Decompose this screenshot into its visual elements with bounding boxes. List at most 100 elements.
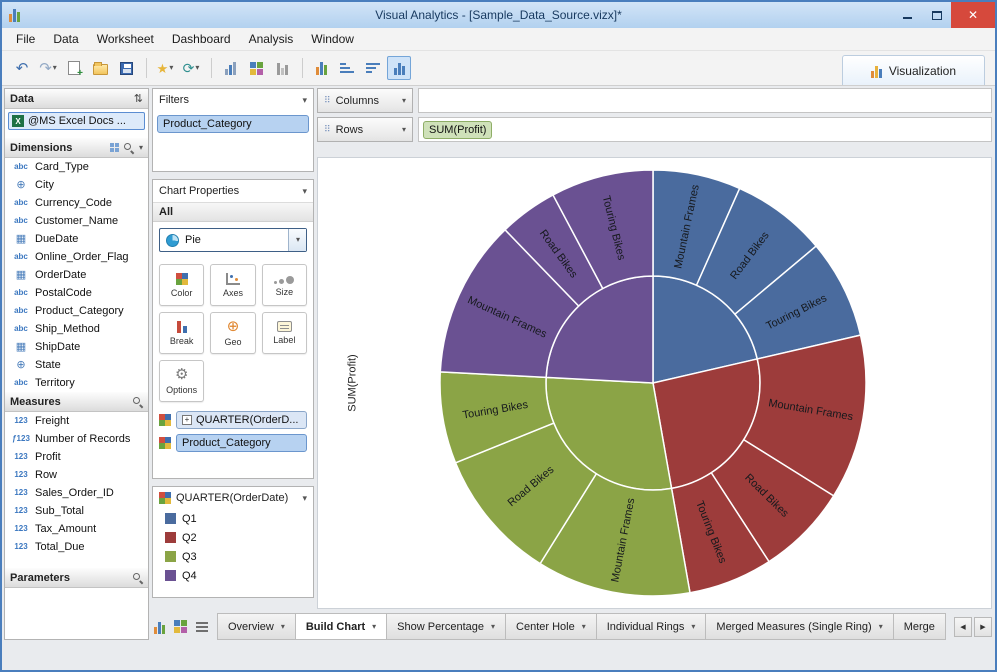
chevron-down-icon[interactable]: ▾: [302, 186, 307, 196]
chevron-down-icon[interactable]: ▾: [302, 493, 307, 503]
dimension-item[interactable]: abc Product_Category: [5, 302, 148, 320]
measure-item[interactable]: 123 Sub_Total: [5, 502, 148, 520]
expand-plus-icon[interactable]: +: [182, 415, 192, 425]
chart-view-mode-icon[interactable]: [154, 620, 165, 634]
measure-item[interactable]: 123 Total_Due: [5, 538, 148, 556]
swap-icon[interactable]: ⇅: [134, 92, 143, 105]
menu-data[interactable]: Data: [44, 30, 87, 48]
title-bar[interactable]: Visual Analytics - [Sample_Data_Source.v…: [2, 2, 995, 28]
columns-shelf-button[interactable]: ⠿ Columns ▾: [317, 88, 413, 113]
options-button[interactable]: ⚙ Options: [159, 360, 205, 402]
menu-dashboard[interactable]: Dashboard: [163, 30, 240, 48]
menu-file[interactable]: File: [7, 30, 44, 48]
tab-overview[interactable]: Overview ▾: [217, 613, 296, 640]
quarter-binding-pill[interactable]: + QUARTER(OrderD...: [176, 411, 307, 429]
sort-descending-button[interactable]: [361, 56, 385, 80]
chevron-down-icon[interactable]: ▾: [302, 95, 307, 105]
chevron-down-icon[interactable]: ▾: [281, 622, 285, 631]
dimension-item[interactable]: abc Card_Type: [5, 158, 148, 176]
dimension-item[interactable]: abc PostalCode: [5, 284, 148, 302]
tab-scroll-right-button[interactable]: ▶: [974, 616, 992, 637]
tab-scroll-left-button[interactable]: ◀: [954, 616, 972, 637]
legend-item[interactable]: Q3: [153, 547, 313, 566]
dimension-item[interactable]: ⊕ City: [5, 176, 148, 194]
chart-properties-header[interactable]: Chart Properties ▾: [153, 180, 313, 202]
refresh-button[interactable]: ⟳ ▾: [179, 56, 203, 80]
data-panel-header[interactable]: Data ⇅: [5, 89, 148, 109]
list-view-mode-icon[interactable]: [196, 621, 208, 632]
chevron-down-icon[interactable]: ▾: [491, 622, 495, 631]
chart-type-select[interactable]: Pie ▾: [159, 228, 307, 252]
measure-chart-button[interactable]: [270, 56, 294, 80]
close-button[interactable]: ✕: [951, 2, 995, 28]
menu-analysis[interactable]: Analysis: [240, 30, 303, 48]
visualization-tab[interactable]: Visualization: [841, 55, 985, 85]
chevron-down-icon[interactable]: ▾: [879, 622, 883, 631]
new-document-button[interactable]: [62, 56, 86, 80]
dimension-item[interactable]: abc Online_Order_Flag: [5, 248, 148, 266]
menu-worksheet[interactable]: Worksheet: [88, 30, 163, 48]
measure-item[interactable]: 123 Sales_Order_ID: [5, 484, 148, 502]
measure-item[interactable]: 123 Row: [5, 466, 148, 484]
filters-header[interactable]: Filters ▾: [153, 89, 313, 111]
chart-type-dropdown[interactable]: ▾: [288, 229, 306, 251]
save-button[interactable]: [114, 56, 138, 80]
tab-show-percentage[interactable]: Show Percentage ▾: [387, 613, 507, 640]
filter-pill[interactable]: Product_Category: [157, 115, 309, 133]
break-button[interactable]: Break: [159, 312, 205, 354]
group-icon[interactable]: [109, 143, 119, 152]
label-button[interactable]: Label: [261, 312, 307, 354]
axes-button[interactable]: Axes: [210, 264, 256, 306]
search-icon[interactable]: [123, 142, 134, 153]
measure-item[interactable]: ƒ123 Number of Records: [5, 430, 148, 448]
dimension-item[interactable]: ▦ ShipDate: [5, 338, 148, 356]
chevron-down-icon[interactable]: ▾: [582, 622, 586, 631]
sunburst-chart[interactable]: Mountain Frames Road BikesTouring BikesMo…: [338, 161, 978, 607]
measure-item[interactable]: 123 Profit: [5, 448, 148, 466]
minimize-button[interactable]: [893, 2, 922, 28]
measures-header[interactable]: Measures: [5, 392, 148, 412]
rows-shelf-button[interactable]: ⠿ Rows ▾: [317, 117, 413, 142]
dimension-item[interactable]: abc Ship_Method: [5, 320, 148, 338]
chevron-down-icon[interactable]: ▾: [139, 143, 143, 152]
redo-button[interactable]: ↷ ▾: [36, 56, 60, 80]
columns-shelf-field[interactable]: [418, 88, 992, 113]
tab-merge[interactable]: Merge: [893, 613, 946, 640]
sort-ascending-button[interactable]: [335, 56, 359, 80]
dimension-item[interactable]: ▦ DueDate: [5, 230, 148, 248]
dimension-item[interactable]: abc Territory: [5, 374, 148, 392]
chart-view-button[interactable]: [387, 56, 411, 80]
undo-button[interactable]: ↶: [10, 56, 34, 80]
dimensions-header[interactable]: Dimensions ▾: [5, 138, 148, 158]
legend-item[interactable]: Q2: [153, 528, 313, 547]
legend-item[interactable]: Q1: [153, 509, 313, 528]
search-icon[interactable]: [132, 572, 143, 583]
search-icon[interactable]: [132, 396, 143, 407]
color-button[interactable]: Color: [159, 264, 205, 306]
rows-pill[interactable]: SUM(Profit): [423, 120, 493, 139]
tab-build-chart[interactable]: Build Chart ▾: [295, 613, 388, 640]
menu-window[interactable]: Window: [302, 30, 363, 48]
chevron-down-icon[interactable]: ▾: [372, 622, 376, 631]
dimension-item[interactable]: ▦ OrderDate: [5, 266, 148, 284]
tab-center-hole[interactable]: Center Hole ▾: [506, 613, 597, 640]
rows-shelf-field[interactable]: SUM(Profit): [418, 117, 992, 142]
data-source-item[interactable]: X @MS Excel Docs ...: [8, 112, 145, 130]
dimension-item[interactable]: abc Customer_Name: [5, 212, 148, 230]
tab-merged-measures[interactable]: Merged Measures (Single Ring) ▾: [706, 613, 894, 640]
grid-view-mode-icon[interactable]: [174, 620, 187, 633]
pivot-grid-button[interactable]: [244, 56, 268, 80]
legend-header[interactable]: QUARTER(OrderDate) ▾: [153, 487, 313, 509]
chevron-down-icon[interactable]: ▾: [691, 622, 695, 631]
open-button[interactable]: [88, 56, 112, 80]
legend-item[interactable]: Q4: [153, 566, 313, 585]
maximize-button[interactable]: [922, 2, 951, 28]
geo-button[interactable]: ⊕ Geo: [210, 312, 256, 354]
dimension-item[interactable]: ⊕ State: [5, 356, 148, 374]
measure-item[interactable]: 123 Tax_Amount: [5, 520, 148, 538]
bar-chart-button[interactable]: [309, 56, 333, 80]
tab-individual-rings[interactable]: Individual Rings ▾: [596, 613, 707, 640]
wizard-button[interactable]: ★ ▾: [153, 56, 177, 80]
size-button[interactable]: Size: [261, 264, 307, 306]
dimension-item[interactable]: abc Currency_Code: [5, 194, 148, 212]
